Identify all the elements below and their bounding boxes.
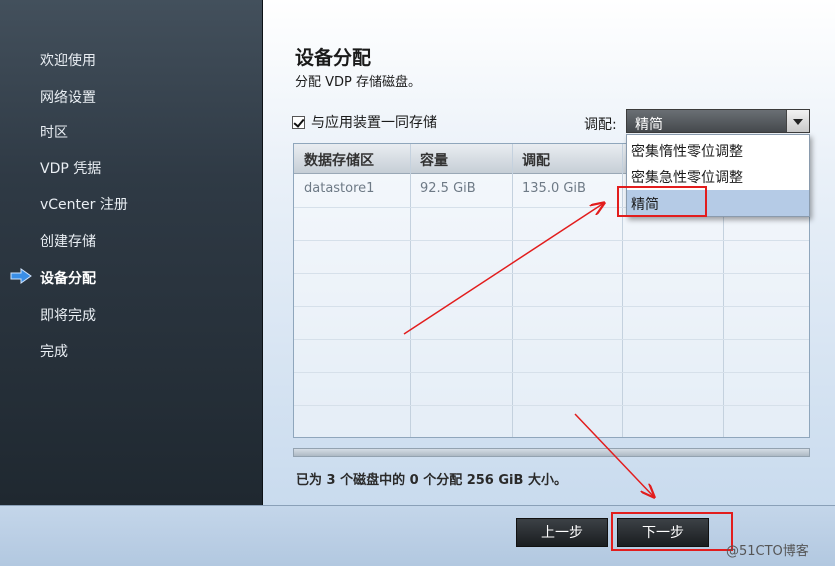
column-divider bbox=[410, 144, 411, 437]
sidebar-item-finish[interactable]: 完成 bbox=[40, 341, 68, 361]
allocation-status: 已为 3 个磁盘中的 0 个分配 256 GiB 大小。 bbox=[296, 473, 567, 488]
annotation-highlight-thin bbox=[617, 186, 707, 217]
sidebar-item-network[interactable]: 网络设置 bbox=[40, 87, 96, 107]
sidebar-item-timezone[interactable]: 时区 bbox=[40, 122, 68, 142]
store-with-appliance-checkbox[interactable] bbox=[292, 115, 305, 129]
page-subtitle: 分配 VDP 存储磁盘。 bbox=[295, 75, 422, 90]
cell-capacity: 92.5 GiB bbox=[420, 181, 476, 196]
back-button[interactable]: 上一步 bbox=[516, 518, 608, 547]
sidebar-item-credentials[interactable]: VDP 凭据 bbox=[40, 158, 101, 178]
provisioning-select-value: 精简 bbox=[635, 117, 663, 133]
sidebar-item-ready[interactable]: 即将完成 bbox=[40, 305, 96, 325]
option-label: 密集惰性零位调整 bbox=[631, 144, 743, 160]
row-divider bbox=[294, 372, 809, 373]
current-step-arrow-icon bbox=[10, 268, 32, 284]
chevron-down-icon[interactable] bbox=[786, 110, 809, 132]
column-header-datastore[interactable]: 数据存储区 bbox=[304, 150, 374, 170]
watermark: @51CTO博客 bbox=[726, 544, 809, 559]
option-label: 密集急性零位调整 bbox=[631, 170, 743, 186]
annotation-highlight-next bbox=[611, 512, 733, 551]
table-horizontal-scrollbar[interactable] bbox=[293, 448, 810, 457]
sidebar-item-device-allocation[interactable]: 设备分配 bbox=[40, 268, 96, 288]
page-title: 设备分配 bbox=[295, 47, 372, 69]
row-divider bbox=[294, 306, 809, 307]
dropdown-option-lazy-zeroed[interactable]: 密集惰性零位调整 bbox=[627, 137, 809, 163]
row-divider bbox=[294, 273, 809, 274]
store-with-appliance-row[interactable]: 与应用装置一同存储 bbox=[292, 112, 437, 132]
row-divider bbox=[294, 405, 809, 406]
row-divider bbox=[294, 240, 809, 241]
store-with-appliance-label: 与应用装置一同存储 bbox=[311, 115, 437, 131]
sidebar-item-create-storage[interactable]: 创建存储 bbox=[40, 231, 96, 251]
provisioning-label: 调配: bbox=[584, 117, 617, 133]
cell-provisioning: 135.0 GiB bbox=[522, 181, 586, 196]
row-divider bbox=[294, 339, 809, 340]
provisioning-select[interactable]: 精简 bbox=[626, 109, 810, 133]
column-divider bbox=[512, 144, 513, 437]
sidebar-item-welcome[interactable]: 欢迎使用 bbox=[40, 50, 96, 70]
column-header-provisioning[interactable]: 调配 bbox=[522, 150, 550, 170]
sidebar-item-vcenter[interactable]: vCenter 注册 bbox=[40, 194, 128, 214]
wizard-sidebar: 欢迎使用 网络设置 时区 VDP 凭据 vCenter 注册 创建存储 设备分配… bbox=[0, 0, 263, 505]
cell-datastore-name: datastore1 bbox=[304, 181, 375, 196]
main-panel: 设备分配 分配 VDP 存储磁盘。 与应用装置一同存储 调配: 精简 数据存储区… bbox=[263, 0, 835, 505]
column-header-capacity[interactable]: 容量 bbox=[420, 150, 448, 170]
